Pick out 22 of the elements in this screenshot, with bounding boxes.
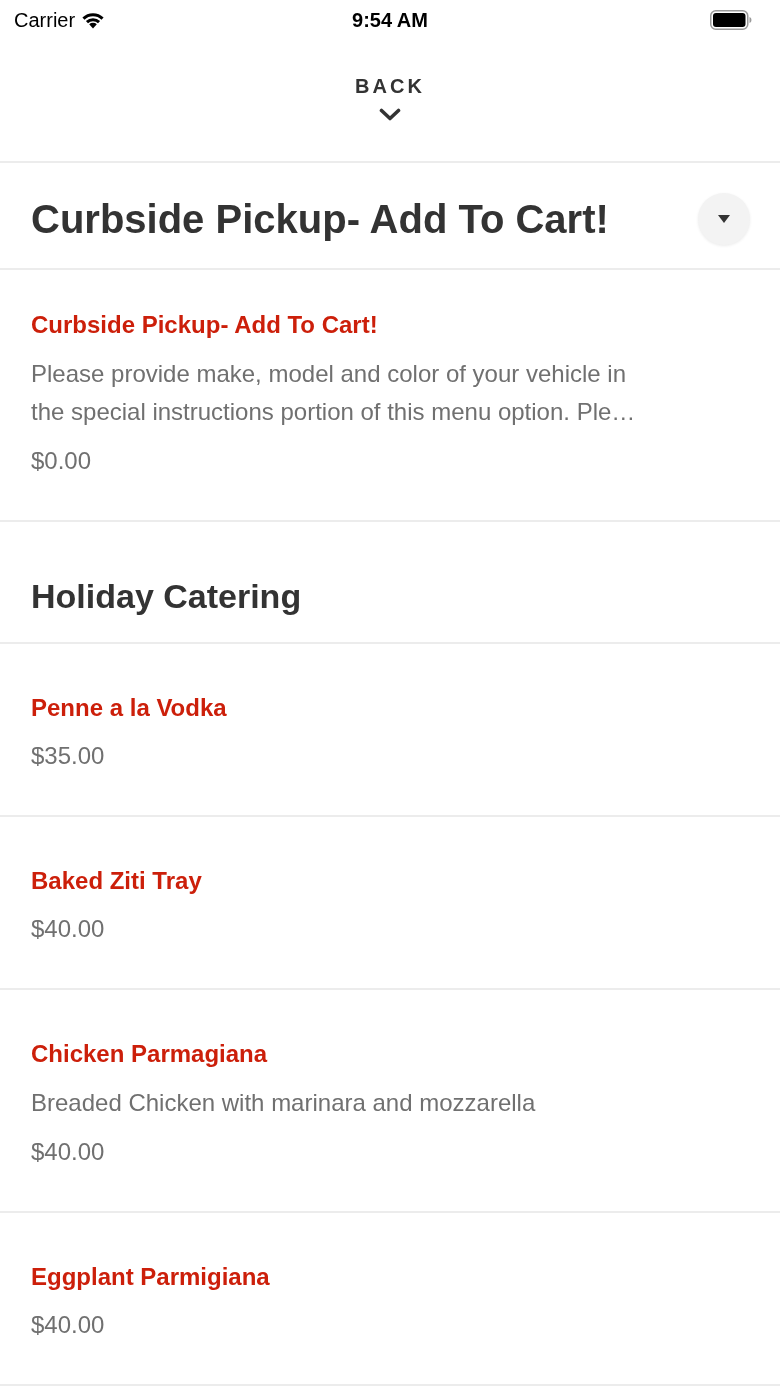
category-title: Curbside Pickup- Add To Cart! xyxy=(31,196,609,243)
status-time: 9:54 AM xyxy=(352,8,428,32)
back-button[interactable]: BACK xyxy=(355,74,425,121)
section-title: Holiday Catering xyxy=(31,576,303,616)
item-name[interactable]: Baked Ziti Tray xyxy=(31,866,202,896)
item-name[interactable]: Eggplant Parmigiana xyxy=(31,1262,270,1292)
item-name[interactable]: Chicken Parmagiana xyxy=(31,1039,268,1069)
item-price: $35.00 xyxy=(31,741,105,771)
item-price: $40.00 xyxy=(31,1310,105,1340)
item-name[interactable]: Curbside Pickup- Add To Cart! xyxy=(31,310,378,340)
item-price: $40.00 xyxy=(31,1137,105,1167)
chevron-down-icon xyxy=(379,108,401,121)
dropdown-button[interactable] xyxy=(698,193,750,245)
item-description: Please provide make, model and color of your vehicle in the special instructions portion of this menu option. Ple… xyxy=(31,359,637,427)
battery-icon xyxy=(710,10,752,30)
caret-down-icon xyxy=(718,215,730,223)
item-price: $0.00 xyxy=(31,446,92,476)
item-description: Breaded Chicken with marinara and mozzarella xyxy=(31,1088,537,1118)
carrier-label: Carrier xyxy=(14,8,76,32)
item-name[interactable]: Penne a la Vodka xyxy=(31,693,227,723)
item-price: $40.00 xyxy=(31,914,105,944)
wifi-icon xyxy=(81,11,106,29)
